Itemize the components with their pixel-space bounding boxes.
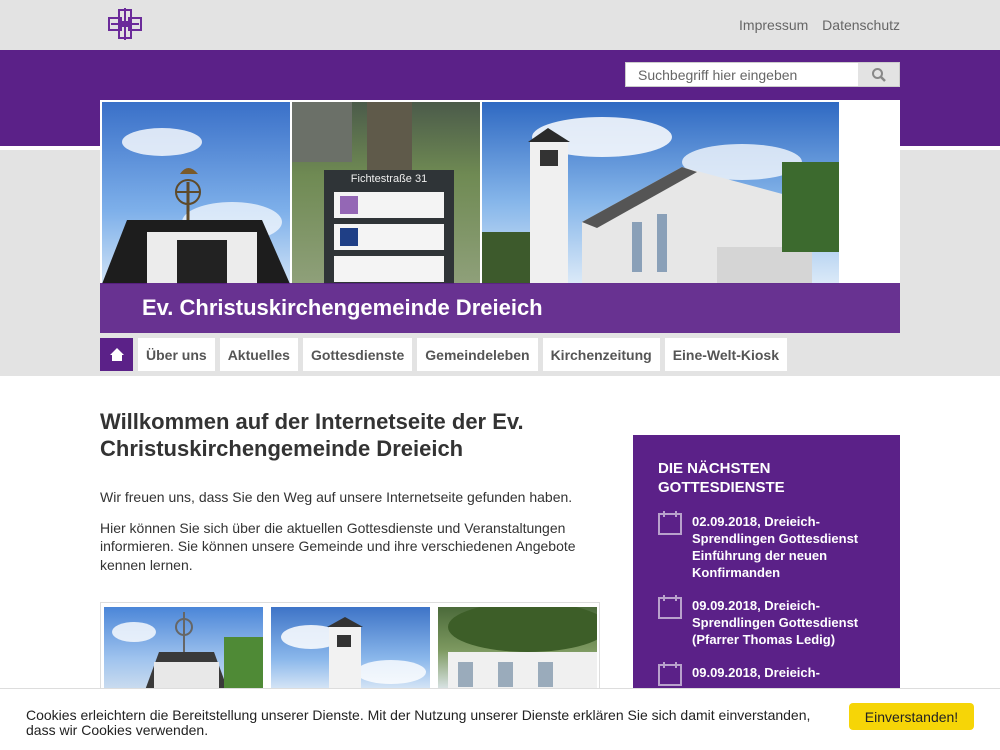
calendar-icon bbox=[658, 662, 682, 686]
search-box bbox=[625, 62, 900, 87]
event-text: 09.09.2018, Dreieich- bbox=[692, 665, 820, 680]
search-input[interactable] bbox=[626, 63, 859, 86]
site-title: Ev. Christuskirchengemeinde Dreieich bbox=[100, 283, 900, 333]
search-icon bbox=[871, 67, 886, 82]
cookie-accept-button[interactable]: Einverstanden! bbox=[849, 703, 974, 730]
gallery-photo-tower[interactable] bbox=[104, 607, 263, 693]
nav-item-ueber-uns[interactable]: Über uns bbox=[138, 338, 215, 371]
page-title: Willkommen auf der Internetseite der Ev.… bbox=[100, 409, 524, 461]
church-sign-photo: Fichtestraße 31 bbox=[292, 102, 480, 284]
sidebar-heading: Die nächsten Gottesdienste bbox=[658, 460, 785, 496]
info-paragraph: Hier können Sie sich über die aktuellen … bbox=[100, 519, 576, 573]
search-button[interactable] bbox=[858, 63, 899, 86]
event-item[interactable]: 09.09.2018, Dreieich-Sprendlingen Gottes… bbox=[658, 595, 880, 648]
main-content: Willkommen auf der Internetseite der Ev.… bbox=[100, 408, 600, 586]
calendar-icon bbox=[658, 511, 682, 535]
upcoming-services-box: Die nächsten Gottesdienste 02.09.2018, D… bbox=[633, 435, 900, 695]
nav-home[interactable] bbox=[100, 338, 133, 371]
cross-logo[interactable] bbox=[107, 8, 143, 40]
top-links: Impressum Datenschutz bbox=[729, 17, 900, 33]
event-text: 09.09.2018, Dreieich-Sprendlingen Gottes… bbox=[692, 598, 859, 647]
gallery-photo-church-tree[interactable] bbox=[438, 607, 597, 693]
nav-item-gemeindeleben[interactable]: Gemeindeleben bbox=[417, 338, 538, 371]
event-item[interactable]: 09.09.2018, Dreieich- bbox=[658, 662, 880, 686]
datenschutz-link[interactable]: Datenschutz bbox=[822, 17, 900, 33]
nav-item-eine-welt-kiosk[interactable]: Eine-Welt-Kiosk bbox=[664, 338, 787, 371]
main-nav: Über uns Aktuelles Gottesdienste Gemeind… bbox=[100, 338, 792, 371]
sign-heading: Fichtestraße 31 bbox=[350, 173, 428, 185]
gallery-photo-steeple[interactable] bbox=[271, 607, 430, 693]
top-bar: Impressum Datenschutz bbox=[0, 0, 1000, 50]
cookie-text: Cookies erleichtern die Bereitstellung u… bbox=[26, 707, 811, 738]
cookie-banner: Cookies erleichtern die Bereitstellung u… bbox=[0, 688, 1000, 750]
home-icon bbox=[109, 348, 124, 361]
event-text: 02.09.2018, Dreieich-Sprendlingen Gottes… bbox=[692, 514, 859, 580]
photo-gallery bbox=[100, 602, 600, 693]
header-banner: Fichtestraße 31 Ev. Christuskirchengemei… bbox=[100, 100, 900, 333]
calendar-icon bbox=[658, 595, 682, 619]
church-tower-photo bbox=[102, 102, 290, 284]
impressum-link[interactable]: Impressum bbox=[739, 17, 808, 33]
intro-paragraph: Wir freuen uns, dass Sie den Weg auf uns… bbox=[100, 489, 573, 505]
nav-item-aktuelles[interactable]: Aktuelles bbox=[219, 338, 298, 371]
event-item[interactable]: 02.09.2018, Dreieich-Sprendlingen Gottes… bbox=[658, 511, 880, 581]
nav-item-kirchenzeitung[interactable]: Kirchenzeitung bbox=[542, 338, 660, 371]
church-building-photo bbox=[482, 102, 839, 284]
nav-item-gottesdienste[interactable]: Gottesdienste bbox=[302, 338, 413, 371]
